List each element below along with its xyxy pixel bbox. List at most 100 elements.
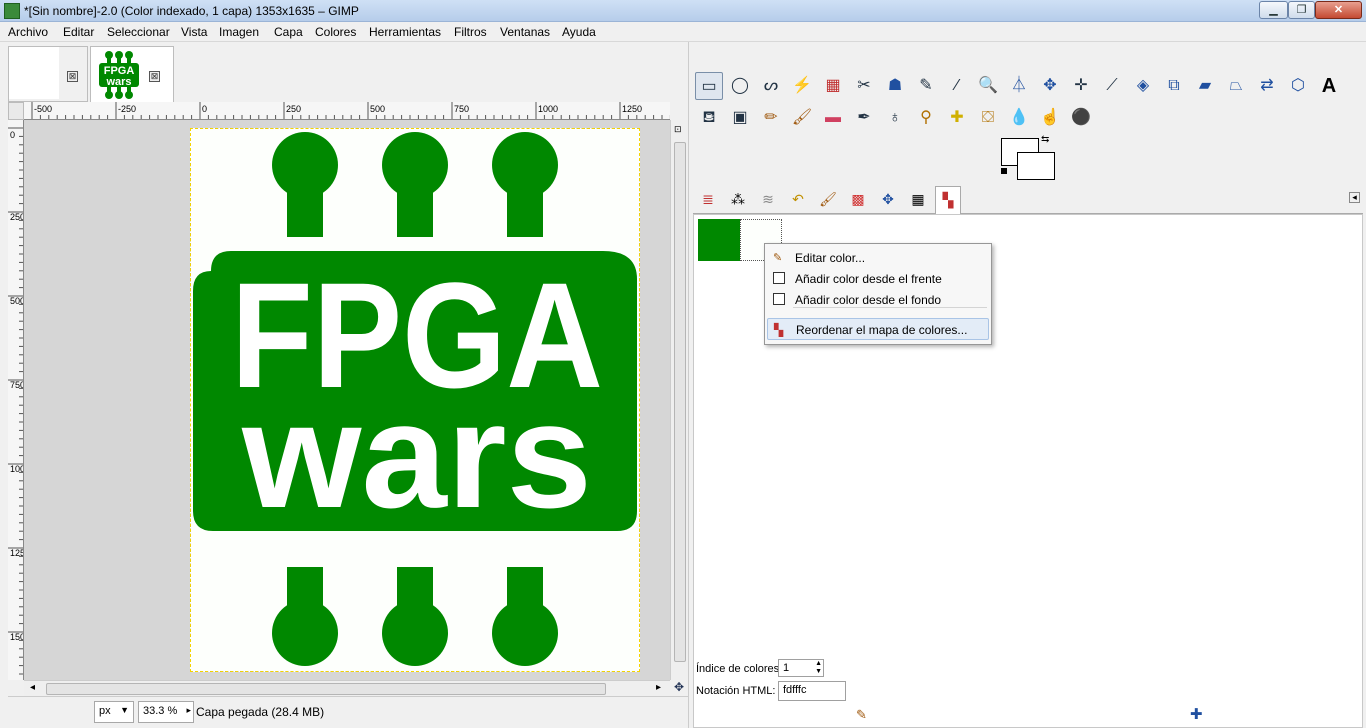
colormap-context-menu: ✎ Editar color... Añadir color desde el … xyxy=(764,243,992,345)
perspective-clone-icon[interactable]: ⛋ xyxy=(974,104,1002,132)
clone-icon[interactable]: ⚲ xyxy=(912,104,940,132)
close-tab-icon[interactable]: ⊠ xyxy=(67,71,78,82)
swap-colors-icon[interactable]: ⇆ xyxy=(1041,134,1049,145)
dock-tabs: ≣ ⁂ ≋ ↶ 🖌 ▩ ✥ ▦ ▚ ◂ xyxy=(693,184,1363,215)
edit-color-icon[interactable]: ✎ xyxy=(856,707,867,723)
patterns-tab-icon[interactable]: ▩ xyxy=(845,186,871,212)
menu-filtros[interactable]: Filtros xyxy=(454,25,487,39)
layers-tab-icon[interactable]: ≣ xyxy=(695,186,721,212)
menu-capa[interactable]: Capa xyxy=(274,25,303,39)
horizontal-ruler[interactable]: -500 -250 0 250 500 750 1000 1250 xyxy=(24,102,670,120)
minimize-button[interactable]: ▁ xyxy=(1259,1,1288,19)
horizontal-scroll-thumb[interactable] xyxy=(46,683,606,695)
free-select-icon[interactable]: ᔕ xyxy=(757,72,785,100)
palettes-tab-icon[interactable]: ▦ xyxy=(905,186,931,212)
image-tab-2[interactable]: FPGA wars ⊠ xyxy=(90,46,174,102)
v-tick-label: 1250 xyxy=(10,548,24,558)
v-tick-label: 1500 xyxy=(10,632,24,642)
pencil-icon[interactable]: ✏ xyxy=(757,104,785,132)
undo-tab-icon[interactable]: ↶ xyxy=(785,186,811,212)
blend-icon[interactable]: ▣ xyxy=(726,104,754,132)
add-color-icon[interactable]: ✚ xyxy=(1190,705,1203,723)
brushes-tab-icon[interactable]: 🖌 xyxy=(815,186,841,212)
rotate-icon[interactable]: ◈ xyxy=(1129,72,1157,100)
move-icon[interactable]: ✥ xyxy=(1036,72,1064,100)
menu-ayuda[interactable]: Ayuda xyxy=(562,25,596,39)
color-picker-icon[interactable]: ⁄ xyxy=(943,72,971,100)
align-icon[interactable]: ✛ xyxy=(1067,72,1095,100)
v-tick-label: 0 xyxy=(10,130,15,140)
fg-color-swatch[interactable] xyxy=(1017,152,1055,180)
dock-menu-icon[interactable]: ◂ xyxy=(1349,192,1360,203)
quick-mask-toggle[interactable] xyxy=(8,102,24,120)
heal-icon[interactable]: ✚ xyxy=(943,104,971,132)
fuzzy-select-icon[interactable]: ⚡ xyxy=(788,72,816,100)
vertical-ruler[interactable]: 0 250 500 750 1000 1250 1500 xyxy=(8,120,24,680)
smudge-icon[interactable]: ☝ xyxy=(1036,104,1064,132)
maximize-button[interactable]: ❐ xyxy=(1288,1,1315,19)
perspective-icon[interactable]: ⏢ xyxy=(1222,72,1250,100)
airbrush-icon[interactable]: ✒ xyxy=(850,104,878,132)
menu-herramientas[interactable]: Herramientas xyxy=(369,25,441,39)
dodge-burn-icon[interactable]: ⚫ xyxy=(1067,104,1095,132)
menu-ventanas[interactable]: Ventanas xyxy=(500,25,550,39)
h-tick-label: -250 xyxy=(118,104,136,114)
bucket-fill-icon[interactable]: ⛾ xyxy=(695,104,723,132)
navigate-icon[interactable]: ✥ xyxy=(670,680,688,696)
zoom-fit-icon[interactable]: ⊡ xyxy=(674,124,682,135)
scroll-left-icon[interactable]: ◂ xyxy=(30,682,35,693)
image-tab-1[interactable]: ⊠ xyxy=(8,46,88,102)
rect-select-icon[interactable]: ▭ xyxy=(695,72,723,100)
vertical-scrollbar[interactable]: ⊡ xyxy=(670,120,688,680)
vertical-scroll-thumb[interactable] xyxy=(674,142,686,662)
zoom-icon[interactable]: 🔍 xyxy=(974,72,1002,100)
close-tab-icon[interactable]: ⊠ xyxy=(149,71,160,82)
colormap-swatch-green[interactable] xyxy=(698,219,740,261)
ellipse-select-icon[interactable]: ◯ xyxy=(726,72,754,100)
image-canvas[interactable]: FPGA wars xyxy=(190,128,640,672)
ink-icon[interactable]: ♁ xyxy=(881,104,909,132)
fg-bg-color-widget[interactable]: ⇆ xyxy=(1001,134,1057,182)
close-button[interactable]: ✕ xyxy=(1315,1,1362,19)
add-color-from-fg-menu-item[interactable]: Añadir color desde el frente xyxy=(767,268,989,290)
spinner-arrows-icon[interactable]: ▲ ▼ xyxy=(815,660,822,676)
cage-icon[interactable]: ⬡ xyxy=(1284,72,1312,100)
scissors-select-icon[interactable]: ✂ xyxy=(850,72,878,100)
menu-editar[interactable]: Editar xyxy=(63,25,94,39)
menu-colores[interactable]: Colores xyxy=(315,25,356,39)
crop-icon[interactable]: ⟋ xyxy=(1098,72,1126,100)
flip-icon[interactable]: ⇄ xyxy=(1253,72,1281,100)
color-index-spinner[interactable]: 1 ▲ ▼ xyxy=(778,659,824,677)
menu-imagen[interactable]: Imagen xyxy=(219,25,259,39)
eraser-icon[interactable]: ▬ xyxy=(819,104,847,132)
html-notation-input[interactable]: fdfffc xyxy=(778,681,846,701)
scroll-right-icon[interactable]: ▸ xyxy=(656,682,661,693)
shear-icon[interactable]: ▰ xyxy=(1191,72,1219,100)
default-colors-icon[interactable] xyxy=(1001,168,1007,174)
v-ruler-ticks: 0 250 500 750 1000 1250 1500 xyxy=(8,127,24,675)
horizontal-scrollbar[interactable]: ◂ ▸ xyxy=(24,680,670,696)
blur-icon[interactable]: 💧 xyxy=(1005,104,1033,132)
edit-color-menu-item[interactable]: ✎ Editar color... xyxy=(767,247,989,269)
unit-value: px xyxy=(99,705,111,717)
paths-icon[interactable]: ✎ xyxy=(912,72,940,100)
rearrange-colormap-menu-item[interactable]: ▚ Reordenar el mapa de colores... xyxy=(767,318,989,340)
zoom-selector[interactable]: 33.3 % ▸ xyxy=(138,701,194,723)
pointer-tab-icon[interactable]: ✥ xyxy=(875,186,901,212)
color-select-icon[interactable]: ▦ xyxy=(819,72,847,100)
foreground-select-icon[interactable]: ☗ xyxy=(881,72,909,100)
unit-selector[interactable]: px ▼ xyxy=(94,701,134,723)
measure-icon[interactable]: ⏃ xyxy=(1005,72,1033,100)
colormap-tab-icon[interactable]: ▚ xyxy=(935,186,961,215)
menu-vista[interactable]: Vista xyxy=(181,25,207,39)
paths-tab-icon[interactable]: ≋ xyxy=(755,186,781,212)
scale-icon[interactable]: ⧉ xyxy=(1160,72,1188,100)
channels-tab-icon[interactable]: ⁂ xyxy=(725,186,751,212)
menu-seleccionar[interactable]: Seleccionar xyxy=(107,25,170,39)
canvas-area[interactable]: FPGA wars xyxy=(24,120,670,680)
menu-archivo[interactable]: Archivo xyxy=(8,25,48,39)
fpga-wars-logo: FPGA wars xyxy=(193,132,637,666)
text-tool-icon[interactable]: A xyxy=(1315,72,1343,100)
menu-separator xyxy=(793,307,987,308)
paintbrush-icon[interactable]: 🖌 xyxy=(788,104,816,132)
